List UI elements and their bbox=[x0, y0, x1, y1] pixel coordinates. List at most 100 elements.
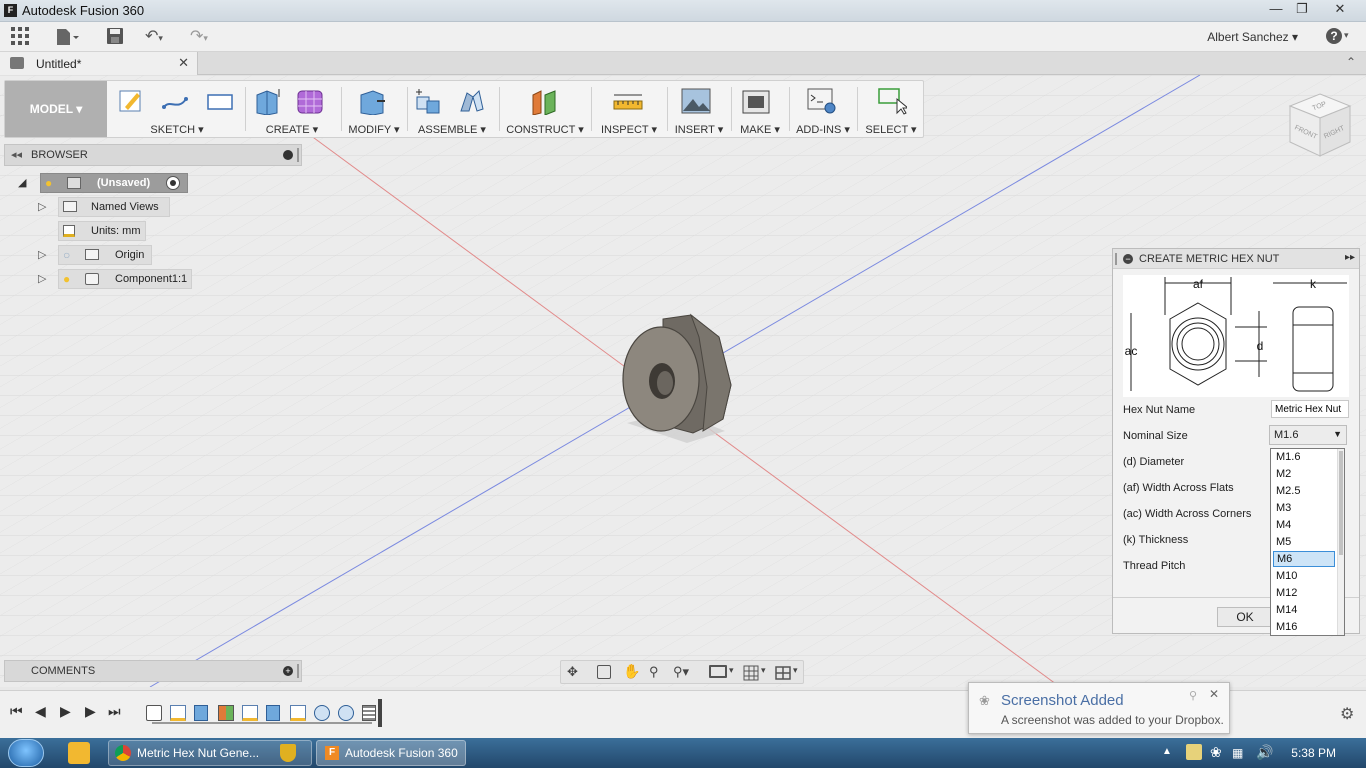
size-option[interactable]: M2.5 bbox=[1273, 483, 1335, 499]
line-icon[interactable] bbox=[161, 87, 191, 115]
expand-dialog-icon[interactable]: ▸▸ bbox=[1345, 252, 1355, 263]
dropdown-arrow-icon[interactable]: ▾ bbox=[761, 665, 766, 676]
show-hidden-icons[interactable]: ▲ bbox=[1162, 746, 1172, 757]
browser-panel-header[interactable]: ◂◂ BROWSER bbox=[4, 144, 302, 166]
create-sketch-icon[interactable] bbox=[117, 87, 147, 115]
collapse-panel-icon[interactable]: ◂◂ bbox=[11, 148, 22, 161]
collapse-toolbar-icon[interactable]: ⌃ bbox=[1346, 55, 1356, 69]
size-option[interactable]: M16 bbox=[1273, 619, 1335, 635]
comments-panel-header[interactable]: COMMENTS + bbox=[4, 660, 302, 682]
thread-feature-icon[interactable] bbox=[362, 705, 376, 721]
expand-arrow-icon[interactable]: ▷ bbox=[38, 272, 46, 285]
zoom-icon[interactable]: ⚲ bbox=[649, 664, 659, 680]
inspect-group[interactable]: INSPECT ▾ bbox=[593, 81, 665, 137]
hex-nut-name-input[interactable] bbox=[1271, 400, 1349, 418]
help-dropdown-icon[interactable]: ▾ bbox=[1344, 30, 1349, 41]
modify-group[interactable]: MODIFY ▾ bbox=[343, 81, 405, 137]
file-menu-icon[interactable] bbox=[56, 28, 80, 51]
look-at-icon[interactable] bbox=[597, 665, 611, 679]
add-ins-group[interactable]: ADD-INS ▾ bbox=[791, 81, 855, 137]
step-forward-icon[interactable]: ▶ bbox=[60, 703, 71, 720]
help-icon[interactable]: ? bbox=[1326, 28, 1342, 44]
dropdown-arrow-icon[interactable]: ▼ bbox=[1333, 429, 1342, 439]
collapse-dialog-icon[interactable]: − bbox=[1123, 254, 1133, 264]
dropdown-arrow-icon[interactable]: ▾ bbox=[793, 665, 798, 676]
scripts-addins-icon[interactable] bbox=[807, 87, 837, 115]
ok-button[interactable]: OK bbox=[1217, 607, 1273, 627]
sketch-feature-icon[interactable] bbox=[170, 705, 186, 721]
notes-tray-icon[interactable] bbox=[1186, 744, 1202, 760]
sketch-group[interactable]: SKETCH ▾ bbox=[113, 81, 241, 137]
insert-image-icon[interactable] bbox=[681, 87, 711, 115]
display-settings-icon[interactable] bbox=[709, 665, 727, 678]
size-option-selected[interactable]: M6 bbox=[1273, 551, 1335, 567]
browser-item-origin[interactable]: ○ Origin bbox=[58, 245, 152, 265]
dialog-grip-icon[interactable] bbox=[1115, 253, 1117, 265]
size-option[interactable]: M5 bbox=[1273, 534, 1335, 550]
go-to-end-icon[interactable]: ⏭ bbox=[108, 703, 121, 720]
scrollbar-thumb[interactable] bbox=[1339, 451, 1343, 555]
press-pull-icon[interactable] bbox=[357, 87, 387, 115]
go-to-start-icon[interactable]: ⏮ bbox=[10, 703, 23, 720]
browser-item-units[interactable]: Units: mm bbox=[58, 221, 146, 241]
data-panel-grid-icon[interactable] bbox=[11, 27, 29, 50]
file-explorer-icon[interactable] bbox=[68, 742, 90, 764]
dropdown-arrow-icon[interactable]: ▾ bbox=[729, 665, 734, 676]
size-option[interactable]: M12 bbox=[1273, 585, 1335, 601]
pan-hand-icon[interactable]: ✋ bbox=[623, 663, 640, 680]
network-signal-icon[interactable]: ▦ bbox=[1232, 746, 1243, 760]
joint-icon[interactable] bbox=[457, 87, 487, 115]
extrude-feature-icon[interactable] bbox=[194, 705, 208, 721]
taskbar-clock[interactable]: 5:38 PM bbox=[1291, 746, 1336, 760]
dropdown-scrollbar[interactable] bbox=[1337, 449, 1344, 635]
redo-icon[interactable]: ↷▾ bbox=[190, 26, 208, 46]
minimize-button[interactable]: — bbox=[1262, 0, 1290, 18]
step-back-icon[interactable]: ◀ bbox=[35, 703, 46, 720]
visibility-bulb-off-icon[interactable]: ○ bbox=[63, 248, 70, 262]
panel-grip-icon[interactable] bbox=[297, 664, 299, 678]
volume-icon[interactable]: 🔊 bbox=[1256, 744, 1273, 761]
make-group[interactable]: MAKE ▾ bbox=[733, 81, 787, 137]
form-sculpt-icon[interactable] bbox=[295, 87, 325, 115]
dropbox-notification[interactable]: ❀ Screenshot Added A screenshot was adde… bbox=[968, 682, 1230, 734]
extrude-box-icon[interactable] bbox=[253, 87, 283, 115]
dropbox-tray-icon[interactable]: ❀ bbox=[1210, 744, 1222, 761]
revolve-feature-icon[interactable] bbox=[338, 705, 354, 721]
select-group[interactable]: SELECT ▾ bbox=[859, 81, 923, 137]
grid-settings-icon[interactable] bbox=[743, 665, 759, 681]
insert-group[interactable]: INSERT ▾ bbox=[669, 81, 729, 137]
extrude-feature-icon[interactable] bbox=[266, 705, 280, 721]
size-option[interactable]: M3 bbox=[1273, 500, 1335, 516]
rectangle-icon[interactable] bbox=[205, 87, 235, 115]
sketch-feature-icon[interactable] bbox=[242, 705, 258, 721]
panel-grip-icon[interactable] bbox=[297, 148, 299, 162]
revolve-feature-icon[interactable] bbox=[314, 705, 330, 721]
measure-icon[interactable] bbox=[613, 87, 643, 115]
browser-item-component[interactable]: ● Component1:1 bbox=[58, 269, 192, 289]
new-component-icon[interactable] bbox=[413, 87, 443, 115]
close-tab-icon[interactable]: ✕ bbox=[178, 55, 189, 71]
assemble-group[interactable]: ASSEMBLE ▾ bbox=[409, 81, 495, 137]
visibility-bulb-icon[interactable]: ● bbox=[63, 272, 70, 286]
taskbar-fusion-window[interactable]: F Autodesk Fusion 360 bbox=[316, 740, 466, 766]
user-account-menu[interactable]: Albert Sanchez ▾ bbox=[1207, 30, 1298, 44]
hex-nut-model[interactable] bbox=[615, 313, 740, 458]
sketch-feature-icon[interactable] bbox=[290, 705, 306, 721]
size-option[interactable]: M14 bbox=[1273, 602, 1335, 618]
close-notification-icon[interactable]: ✕ bbox=[1209, 687, 1219, 701]
orbit-icon[interactable]: ✥ bbox=[567, 664, 578, 680]
select-cursor-icon[interactable] bbox=[877, 87, 907, 115]
browser-options-icon[interactable] bbox=[283, 150, 293, 160]
nominal-size-select[interactable]: M1.6 ▼ bbox=[1269, 425, 1347, 445]
size-option[interactable]: M1.6 bbox=[1273, 449, 1335, 465]
security-shield-icon[interactable] bbox=[280, 744, 296, 762]
fit-view-icon[interactable]: ⚲▾ bbox=[673, 664, 689, 680]
expand-arrow-icon[interactable]: ▷ bbox=[38, 200, 46, 213]
timeline-settings-gear-icon[interactable]: ⚙ bbox=[1340, 704, 1354, 724]
undo-icon[interactable]: ↶▾ bbox=[145, 26, 163, 46]
timeline-marker[interactable] bbox=[378, 699, 382, 727]
size-option[interactable]: M10 bbox=[1273, 568, 1335, 584]
workspace-switcher[interactable]: MODEL ▾ bbox=[5, 81, 107, 137]
3d-print-icon[interactable] bbox=[741, 87, 771, 115]
maximize-button[interactable]: ❐ bbox=[1288, 0, 1316, 18]
